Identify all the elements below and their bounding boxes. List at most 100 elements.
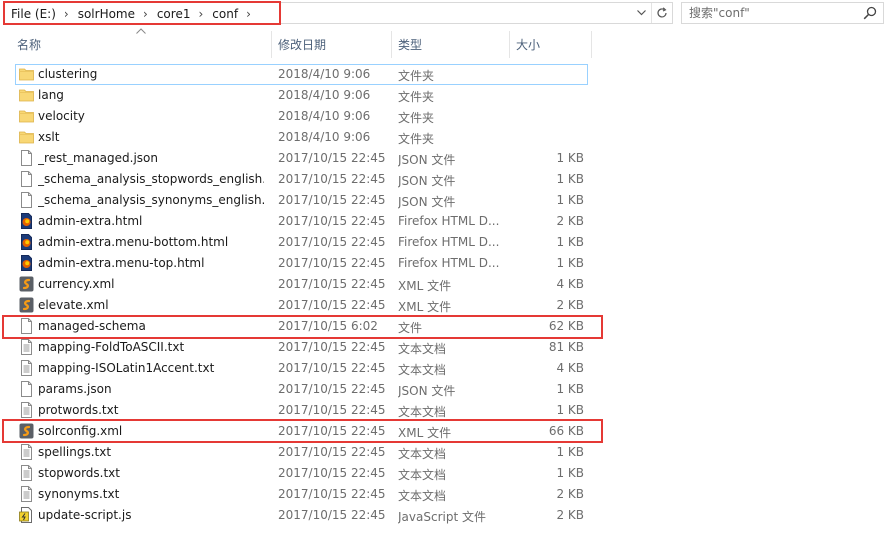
column-header-size[interactable]: 大小 [510,31,592,58]
breadcrumb-drive[interactable]: File (E:) [7,7,60,21]
file-row[interactable]: _rest_managed.json 2017/10/15 22:45 JSON 文… [0,148,891,169]
breadcrumb-separator-icon[interactable]: › [242,7,256,21]
file-type: Firefox HTML D... [398,256,500,270]
file-row[interactable]: mapping-FoldToASCII.txt 2017/10/15 22:45 文… [0,337,891,358]
text-file-icon [19,339,34,355]
file-size: 2 KB [556,298,584,312]
file-modified: 2017/10/15 22:45 [278,256,386,270]
file-icon [19,381,34,397]
breadcrumb-conf[interactable]: conf [208,7,242,21]
file-type: JSON 文件 [398,195,456,209]
file-modified: 2017/10/15 22:45 [278,193,386,207]
file-type: XML 文件 [398,426,452,440]
file-row[interactable]: elevate.xml 2017/10/15 22:45 XML 文件 2 KB [0,295,891,316]
file-row[interactable]: update-script.js 2017/10/15 22:45 JavaScri… [0,505,891,526]
file-row[interactable]: currency.xml 2017/10/15 22:45 XML 文件 4 KB [0,274,891,295]
file-modified: 2017/10/15 22:45 [278,235,386,249]
javascript-file-icon [19,507,34,523]
file-row[interactable]: spellings.txt 2017/10/15 22:45 文本文档 1 KB [0,442,891,463]
file-name: protwords.txt [38,403,119,417]
search-input[interactable] [682,3,860,23]
file-size: 2 KB [556,508,584,522]
text-file-icon [19,444,34,460]
file-type: 文件夹 [398,69,435,83]
breadcrumb-separator-icon[interactable]: › [139,7,153,21]
file-name: mapping-FoldToASCII.txt [38,340,185,354]
file-type: 文件夹 [398,90,435,104]
folder-icon [19,66,34,82]
file-row[interactable]: stopwords.txt 2017/10/15 22:45 文本文档 1 KB [0,463,891,484]
file-size: 2 KB [556,487,584,501]
breadcrumb-solrhome[interactable]: solrHome [74,7,139,21]
search-box [681,2,884,24]
file-size: 1 KB [556,445,584,459]
file-type: JSON 文件 [398,174,456,188]
file-icon [19,171,34,187]
file-row[interactable]: clustering 2018/4/10 9:06 文件夹 [0,64,891,85]
column-header-type-label: 类型 [398,38,423,52]
breadcrumb-separator-icon[interactable]: › [194,7,208,21]
file-type: 文件 [398,321,423,335]
file-name: _schema_analysis_synonyms_english.j... [38,193,264,207]
xml-file-icon [19,297,34,313]
address-bar[interactable]: File (E:) › solrHome › core1 › conf › [4,2,673,24]
file-name: xslt [38,130,60,144]
file-row[interactable]: _schema_analysis_stopwords_english.... 20… [0,169,891,190]
file-modified: 2018/4/10 9:06 [278,109,371,123]
file-size: 4 KB [556,361,584,375]
file-name: managed-schema [38,319,146,333]
file-modified: 2018/4/10 9:06 [278,130,371,144]
file-row[interactable]: synonyms.txt 2017/10/15 22:45 文本文档 2 KB [0,484,891,505]
file-type: 文本文档 [398,489,447,503]
refresh-button[interactable] [651,3,671,23]
file-row[interactable]: admin-extra.menu-top.html 2017/10/15 22:4… [0,253,891,274]
file-row[interactable]: params.json 2017/10/15 22:45 JSON 文件 1 KB [0,379,891,400]
file-modified: 2018/4/10 9:06 [278,88,371,102]
file-row[interactable]: _schema_analysis_synonyms_english.j... 20… [0,190,891,211]
firefox-html-icon [19,213,34,229]
address-history-button[interactable] [632,3,650,23]
file-row[interactable]: velocity 2018/4/10 9:06 文件夹 [0,106,891,127]
file-name: elevate.xml [38,298,109,312]
file-size: 81 KB [548,340,584,354]
file-row[interactable]: admin-extra.menu-bottom.html 2017/10/15 2… [0,232,891,253]
column-header-name[interactable]: 名称 [4,31,272,58]
file-modified: 2018/4/10 9:06 [278,67,371,81]
file-name: velocity [38,109,85,123]
file-name: lang [38,88,64,102]
xml-file-icon [19,423,34,439]
search-icon[interactable] [863,6,877,20]
file-modified: 2017/10/15 22:45 [278,277,386,291]
file-type: JavaScript 文件 [398,510,486,524]
text-file-icon [19,486,34,502]
file-name: admin-extra.menu-top.html [38,256,205,270]
file-icon [19,192,34,208]
column-header-modified[interactable]: 修改日期 [272,31,392,58]
file-type: Firefox HTML D... [398,235,500,249]
file-row[interactable]: lang 2018/4/10 9:06 文件夹 [0,85,891,106]
file-row[interactable]: xslt 2018/4/10 9:06 文件夹 [0,127,891,148]
file-size: 62 KB [548,319,584,333]
file-name: spellings.txt [38,445,112,459]
file-name: params.json [38,382,112,396]
file-modified: 2017/10/15 22:45 [278,508,386,522]
file-row[interactable]: admin-extra.html 2017/10/15 22:45 Firefox … [0,211,891,232]
file-modified: 2017/10/15 22:45 [278,214,386,228]
file-name: synonyms.txt [38,487,120,501]
file-size: 1 KB [556,403,584,417]
file-row[interactable]: solrconfig.xml 2017/10/15 22:45 XML 文件 66 K… [0,421,891,442]
column-header-type[interactable]: 类型 [392,31,510,58]
breadcrumb-separator-icon[interactable]: › [60,7,74,21]
file-type: 文本文档 [398,468,447,482]
file-row[interactable]: protwords.txt 2017/10/15 22:45 文本文档 1 KB [0,400,891,421]
file-type: XML 文件 [398,300,452,314]
file-icon [19,150,34,166]
breadcrumb-core1[interactable]: core1 [153,7,195,21]
file-type: 文本文档 [398,405,447,419]
chevron-down-icon [636,10,646,16]
file-row[interactable]: managed-schema 2017/10/15 6:02 文件 62 KB [0,316,891,337]
file-row[interactable]: mapping-ISOLatin1Accent.txt 2017/10/15 22… [0,358,891,379]
folder-icon [19,129,34,145]
file-name: currency.xml [38,277,115,291]
file-type: 文件夹 [398,111,435,125]
